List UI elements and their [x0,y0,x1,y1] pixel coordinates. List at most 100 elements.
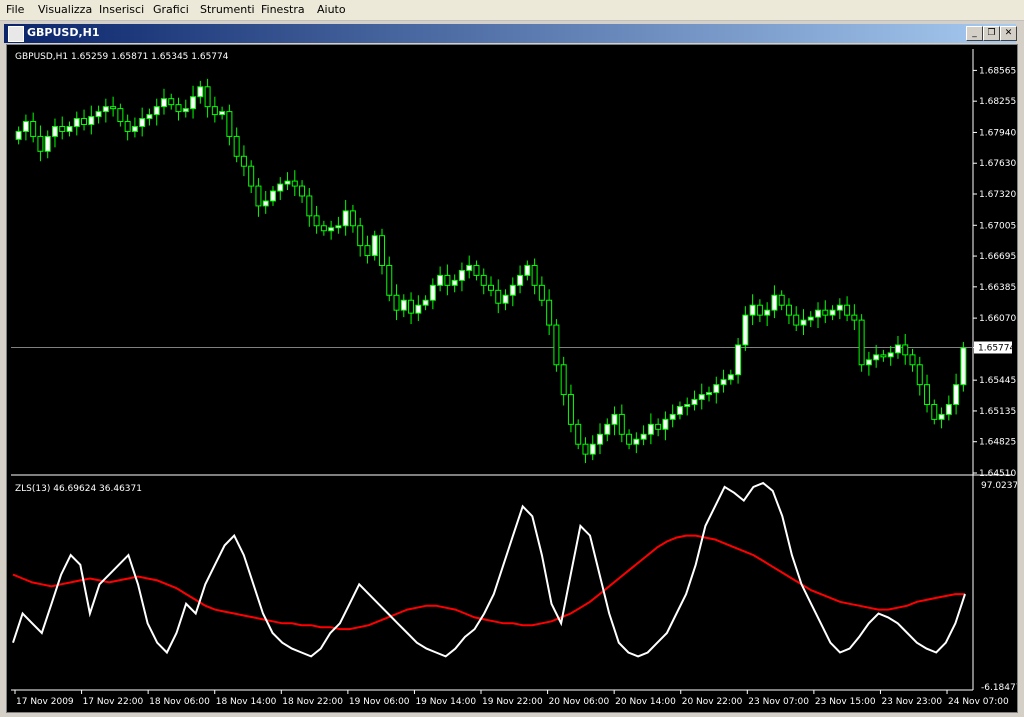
bull-candle-body [938,413,945,420]
bull-candle-body [604,423,611,435]
bull-candle-body [190,96,197,110]
bull-candle-body [182,108,189,113]
bear-candle-body [37,135,44,152]
bull-candle-body [807,316,814,321]
indicator-info: ZLS(13) 46.69624 36.46371 [15,484,142,494]
bear-candle-body [851,314,858,321]
bull-candle-body [146,114,153,120]
time-label: 17 Nov 22:00 [83,697,144,707]
bear-candle-body [378,235,385,266]
bear-candle-body [168,98,175,106]
time-label: 19 Nov 22:00 [482,697,543,707]
bear-candle-body [756,304,763,316]
bull-candle-body [451,279,458,286]
bull-candle-body [742,314,749,346]
bull-candle-body [517,274,524,286]
bear-candle-body [495,289,502,304]
chart-window-title: GBPUSD,H1 [27,26,100,39]
menu-strumenti[interactable]: Strumenti [200,3,255,16]
bull-candle-body [706,392,713,396]
bull-candle-body [684,403,691,407]
bull-candle-body [633,438,640,445]
bull-candle-body [400,299,407,311]
price-tick-label: 1.67630 [979,159,1016,169]
time-label: 18 Nov 22:00 [282,697,343,707]
chart-svg[interactable]: GBPUSD,H1 1.65259 1.65871 1.65345 1.6577… [7,45,1024,712]
bear-candle-body [349,210,356,227]
bear-candle-body [822,309,829,316]
zls-main-line [12,481,966,658]
price-tick-label: 1.65445 [979,376,1016,386]
bull-candle-body [749,304,756,316]
bear-candle-body [538,284,545,301]
bull-candle-body [429,284,436,301]
chart-window-titlebar[interactable]: GBPUSD,H1 _ ❐ ✕ [4,24,1017,43]
bull-candle-body [437,274,444,286]
time-label: 24 Nov 07:00 [948,697,1009,707]
time-label: 20 Nov 22:00 [682,697,743,707]
bear-candle-body [880,354,887,358]
restore-button[interactable]: ❐ [983,26,1000,41]
menu-aiuto[interactable]: Aiuto [317,3,346,16]
chart-area[interactable]: GBPUSD,H1 1.65259 1.65871 1.65345 1.6577… [6,44,1024,713]
bear-candle-body [240,155,247,167]
price-tick-label: 1.66695 [979,252,1016,262]
close-button[interactable]: ✕ [1000,26,1017,41]
bear-candle-body [553,324,560,366]
chart-window-icon [8,26,24,42]
bull-candle-body [277,183,284,192]
menu-file[interactable]: File [6,3,24,16]
bear-candle-body [226,111,233,137]
bear-candle-body [255,185,262,207]
bull-candle-body [676,405,683,415]
menu-finestra[interactable]: Finestra [261,3,305,16]
bull-candle-body [44,135,51,152]
bear-candle-body [59,125,66,132]
menu-inserisci[interactable]: Inserisci [99,3,144,16]
bear-candle-body [567,394,574,425]
bull-candle-body [698,394,705,401]
bear-candle-body [313,215,320,227]
bear-candle-body [357,225,364,247]
bull-candle-body [647,423,654,435]
bull-candle-body [953,384,960,405]
price-tick-label: 1.67005 [979,221,1016,231]
bear-candle-body [306,195,313,217]
bear-candle-body [211,106,218,116]
bear-candle-body [124,121,131,132]
time-label: 20 Nov 14:00 [615,697,676,707]
bear-candle-body [844,304,851,316]
bear-candle-body [81,118,88,126]
bear-candle-body [473,264,480,276]
bull-candle-body [160,98,167,108]
time-label: 19 Nov 06:00 [349,697,410,707]
minimize-button[interactable]: _ [966,26,983,41]
bull-candle-body [611,413,618,425]
indicator-min-label: -6.18477 [981,683,1017,693]
time-label: 19 Nov 14:00 [415,697,476,707]
bear-candle-body [320,225,327,232]
bear-candle-body [785,304,792,316]
bull-candle-body [284,180,291,185]
zls-signal-line [12,534,965,631]
bull-candle-body [720,379,727,386]
price-tick-label: 1.68255 [979,97,1016,107]
bear-candle-body [531,264,538,286]
bull-candle-body [153,106,160,116]
time-label: 18 Nov 14:00 [216,697,277,707]
bull-candle-body [691,399,698,405]
bear-candle-body [233,135,240,157]
time-label: 20 Nov 06:00 [549,697,610,707]
current-price-label: 1.65774 [978,344,1015,354]
menu-grafici[interactable]: Grafici [153,3,189,16]
bull-candle-body [422,299,429,306]
bear-candle-body [916,364,923,386]
bear-candle-body [110,106,117,110]
bull-candle-body [873,354,880,361]
bull-candle-body [73,118,80,127]
bull-candle-body [15,130,22,140]
bear-candle-body [488,284,494,291]
bear-candle-body [931,403,938,420]
time-label: 23 Nov 07:00 [748,697,809,707]
menu-visualizza[interactable]: Visualizza [38,3,92,16]
